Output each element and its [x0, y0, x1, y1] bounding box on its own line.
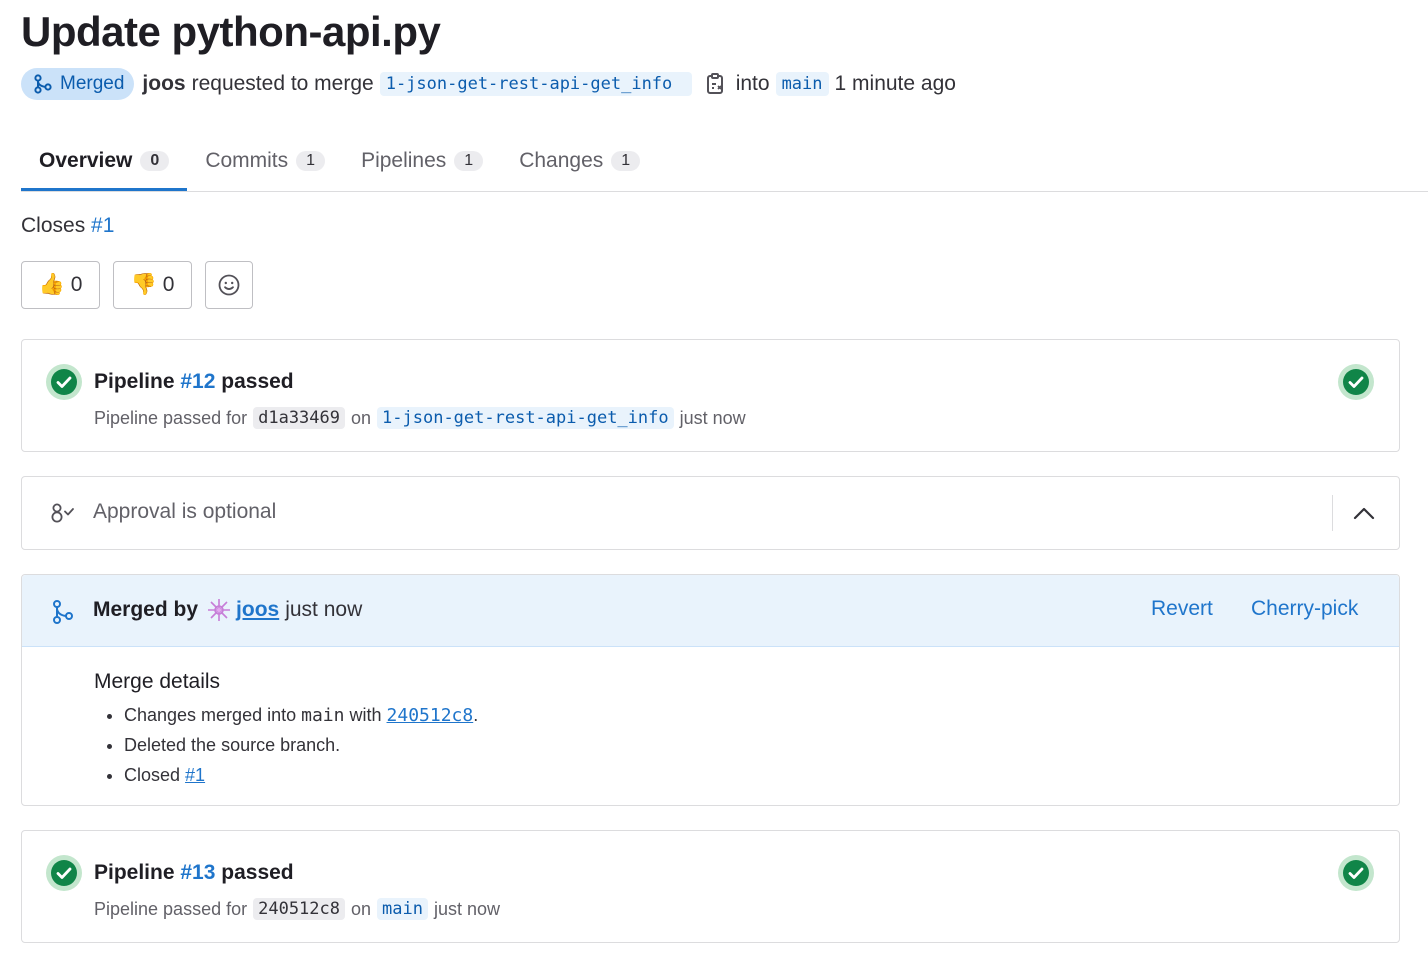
merge-icon	[34, 74, 52, 94]
pipeline-id-link[interactable]: #12	[180, 370, 215, 393]
merge-detail-text: with	[349, 705, 382, 725]
reaction-bar: 👍 0 👎 0	[21, 261, 253, 309]
mr-meta: Merged joos requested to merge 1-json-ge…	[21, 68, 956, 100]
list-item: Deleted the source branch.	[124, 733, 478, 763]
thumbsdown-icon: 👎	[130, 273, 157, 296]
divider	[1332, 495, 1333, 531]
approval-text: Approval is optional	[93, 500, 277, 523]
closed-issue-link[interactable]: #1	[185, 765, 205, 785]
list-item: Changes merged into main with 240512c8.	[124, 703, 478, 733]
merged-card: Merged by joos just now Revert Cherry-pi…	[21, 574, 1400, 806]
tab-count: 1	[611, 150, 641, 171]
merge-detail-text: Closed	[124, 765, 181, 785]
merged-by-user-link[interactable]: joos	[236, 598, 279, 622]
commit-sha[interactable]: 240512c8	[253, 898, 345, 920]
tab-count: 1	[454, 150, 484, 171]
pipeline-title-prefix: Pipeline	[94, 861, 175, 884]
thumbsup-icon: 👍	[38, 273, 65, 296]
pipeline-title-suffix: passed	[221, 370, 294, 393]
tab-commits[interactable]: Commits 1	[187, 130, 343, 191]
thumbsdown-button[interactable]: 👎 0	[113, 261, 192, 309]
pipeline-sub-prefix: Pipeline passed for	[94, 898, 248, 919]
pipeline-title-suffix: passed	[221, 861, 294, 884]
chevron-up-icon	[1353, 507, 1375, 520]
tab-changes[interactable]: Changes 1	[501, 130, 658, 191]
pipeline-card: Pipeline #12 passed Pipeline passed for …	[21, 339, 1400, 452]
merged-by-label: Merged by	[93, 598, 199, 621]
approval-card: Approval is optional	[21, 476, 1400, 550]
status-badge-label: Merged	[60, 73, 125, 94]
merge-commit-link[interactable]: 240512c8	[387, 705, 474, 726]
avatar[interactable]	[206, 597, 232, 623]
list-item: Closed #1	[124, 763, 478, 793]
merged-header: Merged by joos just now Revert Cherry-pi…	[22, 575, 1399, 647]
pipeline-subtitle: Pipeline passed for 240512c8 on main jus…	[94, 898, 500, 920]
tab-count: 1	[296, 150, 326, 171]
status-success-icon[interactable]	[46, 364, 82, 400]
pipeline-title: Pipeline #13 passed	[94, 861, 294, 885]
tab-label: Pipelines	[361, 148, 447, 172]
action-text: requested to merge	[191, 72, 374, 95]
tab-label: Commits	[205, 148, 289, 172]
on-text: on	[351, 898, 372, 919]
merge-details-title: Merge details	[94, 670, 221, 693]
pipeline-time: just now	[679, 407, 746, 428]
revert-button[interactable]: Revert	[1151, 597, 1213, 621]
tab-count: 0	[140, 150, 170, 171]
author-name[interactable]: joos	[142, 72, 185, 96]
add-reaction-button[interactable]	[205, 261, 253, 309]
pipeline-title-prefix: Pipeline	[94, 370, 175, 393]
on-text: on	[351, 407, 372, 428]
pipeline-branch[interactable]: 1-json-get-rest-api-get_info	[377, 407, 674, 429]
pipeline-title: Pipeline #12 passed	[94, 370, 294, 394]
pipeline-branch[interactable]: main	[377, 898, 428, 920]
merge-target-branch: main	[301, 705, 345, 726]
mr-tabs: Overview 0 Commits 1 Pipelines 1 Changes…	[21, 130, 1428, 192]
merge-detail-text: .	[473, 705, 479, 725]
smiley-icon	[218, 274, 240, 296]
tab-label: Overview	[39, 148, 133, 172]
target-branch[interactable]: main	[775, 72, 829, 96]
into-text: into	[735, 72, 770, 95]
pipeline-subtitle: Pipeline passed for d1a33469 on 1-json-g…	[94, 407, 746, 429]
merge-details-list: Changes merged into main with 240512c8. …	[124, 703, 478, 793]
pipeline-time: just now	[433, 898, 501, 919]
status-success-icon[interactable]	[1338, 855, 1374, 891]
commit-sha[interactable]: d1a33469	[253, 407, 345, 429]
mr-time: 1 minute ago	[834, 72, 956, 95]
merged-title: Merged by joos just now	[93, 597, 362, 623]
page-title: Update python-api.py	[21, 8, 441, 55]
approval-user-check-icon	[51, 503, 74, 523]
collapse-button[interactable]	[1348, 499, 1380, 527]
merged-time: just now	[285, 598, 363, 621]
copy-branch-icon[interactable]	[706, 72, 726, 96]
tab-pipelines[interactable]: Pipelines 1	[343, 130, 501, 191]
tab-label: Changes	[519, 148, 604, 172]
merge-icon	[53, 600, 73, 624]
cherry-pick-button[interactable]: Cherry-pick	[1251, 597, 1358, 621]
closes-line: Closes #1	[21, 214, 114, 238]
thumbsup-button[interactable]: 👍 0	[21, 261, 100, 309]
closes-issue-link[interactable]: #1	[91, 214, 114, 237]
source-branch[interactable]: 1-json-get-rest-api-get_info	[379, 72, 692, 96]
merge-detail-text: Deleted the source branch.	[124, 735, 341, 755]
pipeline-id-link[interactable]: #13	[180, 861, 215, 884]
status-badge: Merged	[21, 68, 135, 100]
tab-overview[interactable]: Overview 0	[21, 130, 188, 191]
pipeline-sub-prefix: Pipeline passed for	[94, 407, 248, 428]
closes-label: Closes	[21, 214, 86, 237]
thumbsdown-count: 0	[162, 273, 175, 296]
thumbsup-count: 0	[70, 273, 83, 296]
pipeline-card: Pipeline #13 passed Pipeline passed for …	[21, 830, 1400, 943]
status-success-icon[interactable]	[46, 855, 82, 891]
merge-detail-text: Changes merged into	[124, 705, 297, 725]
status-success-icon[interactable]	[1338, 364, 1374, 400]
